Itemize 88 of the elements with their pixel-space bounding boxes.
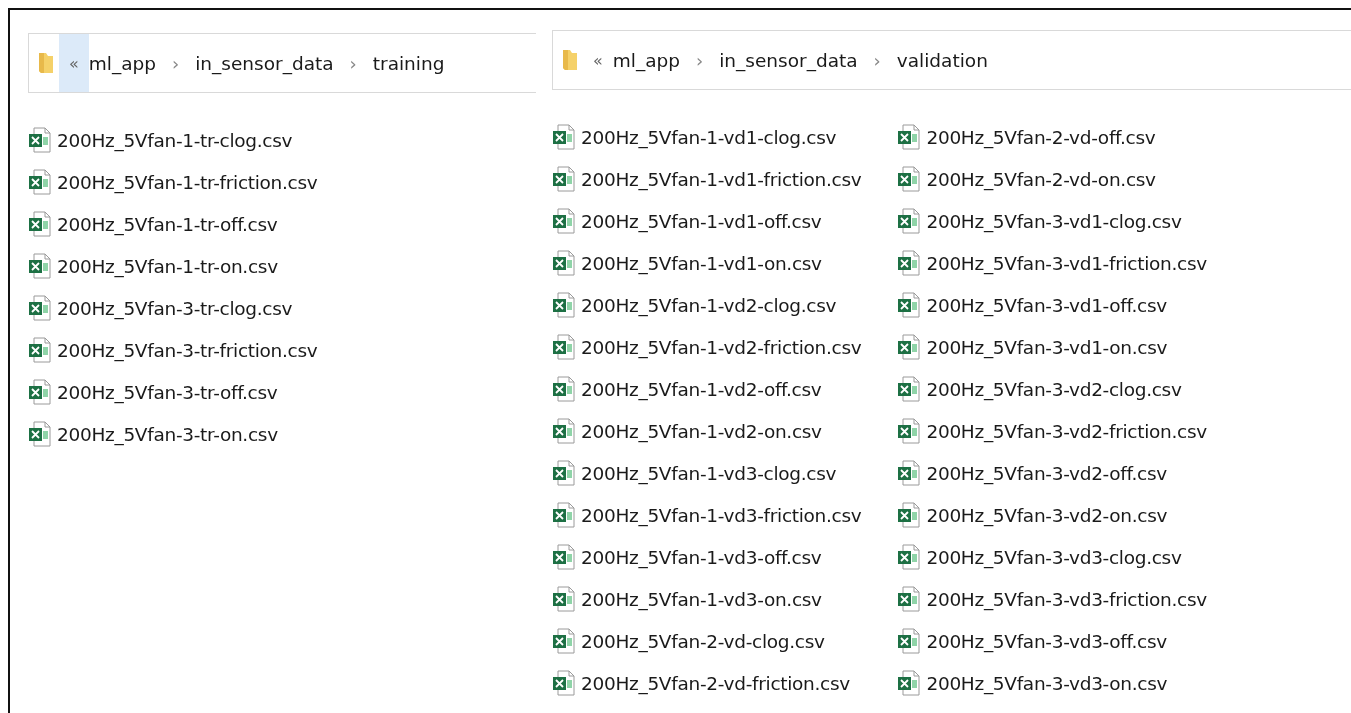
- file-name[interactable]: 200Hz_5Vfan-3-vd1-clog.csv: [926, 210, 1182, 232]
- folder-icon: [37, 50, 55, 76]
- spreadsheet-file-icon: [552, 292, 576, 318]
- file-name[interactable]: 200Hz_5Vfan-1-vd2-on.csv: [581, 420, 822, 442]
- spreadsheet-file-icon: [897, 208, 922, 234]
- spreadsheet-file-icon: [28, 253, 52, 279]
- spreadsheet-file-icon: [897, 124, 922, 150]
- spreadsheet-file-icon: [552, 544, 576, 570]
- spreadsheet-file-icon: [28, 127, 52, 153]
- spreadsheet-file-icon: [552, 670, 576, 696]
- file-name[interactable]: 200Hz_5Vfan-3-vd2-off.csv: [926, 462, 1167, 484]
- file-name[interactable]: 200Hz_5Vfan-3-tr-off.csv: [57, 381, 278, 403]
- spreadsheet-file-icon: [897, 292, 922, 318]
- file-name[interactable]: 200Hz_5Vfan-2-vd-on.csv: [926, 168, 1156, 190]
- spreadsheet-file-icon: [552, 334, 576, 360]
- folder-icon: [561, 47, 579, 73]
- spreadsheet-file-icon: [897, 418, 922, 444]
- file-name[interactable]: 200Hz_5Vfan-3-vd1-on.csv: [926, 336, 1168, 358]
- file-name[interactable]: 200Hz_5Vfan-2-vd-clog.csv: [581, 630, 825, 652]
- path-segment[interactable]: ml_app: [612, 49, 681, 71]
- chevron-icon[interactable]: ›: [333, 52, 373, 74]
- spreadsheet-file-icon: [552, 502, 576, 528]
- file-name[interactable]: 200Hz_5Vfan-3-vd3-off.csv: [926, 630, 1167, 652]
- path-segment[interactable]: ml_app: [88, 52, 157, 74]
- spreadsheet-file-icon: [897, 460, 922, 486]
- file-name[interactable]: 200Hz_5Vfan-3-vd1-off.csv: [926, 294, 1167, 316]
- file-name[interactable]: 200Hz_5Vfan-1-vd2-friction.csv: [581, 336, 862, 358]
- spreadsheet-file-icon: [552, 250, 576, 276]
- file-name[interactable]: 200Hz_5Vfan-3-vd3-clog.csv: [926, 546, 1182, 568]
- file-name[interactable]: 200Hz_5Vfan-1-vd2-off.csv: [581, 378, 822, 400]
- path-segment[interactable]: validation: [896, 49, 988, 71]
- spreadsheet-file-icon: [28, 295, 52, 321]
- spreadsheet-file-icon: [897, 250, 922, 276]
- path-segment[interactable]: in_sensor_data: [195, 52, 334, 74]
- path-segment[interactable]: training: [372, 52, 445, 74]
- file-name[interactable]: 200Hz_5Vfan-1-vd3-friction.csv: [581, 504, 862, 526]
- file-name[interactable]: 200Hz_5Vfan-1-tr-clog.csv: [57, 129, 293, 151]
- chevron-icon[interactable]: ›: [156, 52, 196, 74]
- file-name[interactable]: 200Hz_5Vfan-3-vd3-on.csv: [926, 672, 1168, 694]
- file-name[interactable]: 200Hz_5Vfan-1-vd1-on.csv: [581, 252, 822, 274]
- spreadsheet-file-icon: [552, 208, 576, 234]
- file-name[interactable]: 200Hz_5Vfan-1-vd3-off.csv: [581, 546, 822, 568]
- file-name[interactable]: 200Hz_5Vfan-1-tr-off.csv: [57, 213, 278, 235]
- spreadsheet-file-icon: [28, 379, 52, 405]
- spreadsheet-file-icon: [897, 376, 922, 402]
- spreadsheet-file-icon: [552, 166, 576, 192]
- spreadsheet-file-icon: [28, 211, 52, 237]
- file-name[interactable]: 200Hz_5Vfan-3-tr-on.csv: [57, 423, 278, 445]
- spreadsheet-file-icon: [552, 376, 576, 402]
- path-segment[interactable]: in_sensor_data: [719, 49, 858, 71]
- spreadsheet-file-icon: [897, 502, 922, 528]
- file-name[interactable]: 200Hz_5Vfan-3-tr-clog.csv: [57, 297, 293, 319]
- spreadsheet-file-icon: [897, 334, 922, 360]
- address-bar[interactable]: « ml_app › in_sensor_data › validation: [552, 30, 1351, 90]
- spreadsheet-file-icon: [897, 544, 922, 570]
- file-name[interactable]: 200Hz_5Vfan-3-vd2-friction.csv: [926, 420, 1207, 442]
- file-name[interactable]: 200Hz_5Vfan-3-vd2-on.csv: [926, 504, 1168, 526]
- file-name[interactable]: 200Hz_5Vfan-3-vd2-clog.csv: [926, 378, 1182, 400]
- file-name[interactable]: 200Hz_5Vfan-1-tr-on.csv: [57, 255, 278, 277]
- file-name[interactable]: 200Hz_5Vfan-3-tr-friction.csv: [57, 339, 318, 361]
- file-name[interactable]: 200Hz_5Vfan-1-vd1-friction.csv: [581, 168, 862, 190]
- spreadsheet-file-icon: [552, 628, 576, 654]
- file-name[interactable]: 200Hz_5Vfan-1-vd3-on.csv: [581, 588, 822, 610]
- spreadsheet-file-icon: [897, 586, 922, 612]
- file-name[interactable]: 200Hz_5Vfan-1-vd2-clog.csv: [581, 294, 837, 316]
- file-name[interactable]: 200Hz_5Vfan-3-vd3-friction.csv: [926, 588, 1207, 610]
- file-name[interactable]: 200Hz_5Vfan-1-vd1-off.csv: [581, 210, 822, 232]
- file-name[interactable]: 200Hz_5Vfan-1-vd3-clog.csv: [581, 462, 837, 484]
- spreadsheet-file-icon: [28, 169, 52, 195]
- address-bar[interactable]: « ml_app › in_sensor_data › training: [28, 33, 536, 93]
- overflow-button[interactable]: «: [59, 34, 89, 92]
- spreadsheet-file-icon: [28, 337, 52, 363]
- spreadsheet-file-icon: [897, 628, 922, 654]
- spreadsheet-file-icon: [28, 421, 52, 447]
- file-name[interactable]: 200Hz_5Vfan-2-vd-off.csv: [926, 126, 1156, 148]
- overflow-button[interactable]: «: [583, 31, 613, 89]
- file-name[interactable]: 200Hz_5Vfan-1-tr-friction.csv: [57, 171, 318, 193]
- spreadsheet-file-icon: [552, 124, 576, 150]
- chevron-icon[interactable]: ›: [857, 49, 897, 71]
- spreadsheet-file-icon: [552, 586, 576, 612]
- spreadsheet-file-icon: [552, 418, 576, 444]
- spreadsheet-file-icon: [897, 670, 922, 696]
- chevron-icon[interactable]: ›: [680, 49, 720, 71]
- spreadsheet-file-icon: [552, 460, 576, 486]
- spreadsheet-file-icon: [897, 166, 922, 192]
- file-name[interactable]: 200Hz_5Vfan-1-vd1-clog.csv: [581, 126, 837, 148]
- file-name[interactable]: 200Hz_5Vfan-2-vd-friction.csv: [581, 672, 850, 694]
- file-name[interactable]: 200Hz_5Vfan-3-vd1-friction.csv: [926, 252, 1207, 274]
